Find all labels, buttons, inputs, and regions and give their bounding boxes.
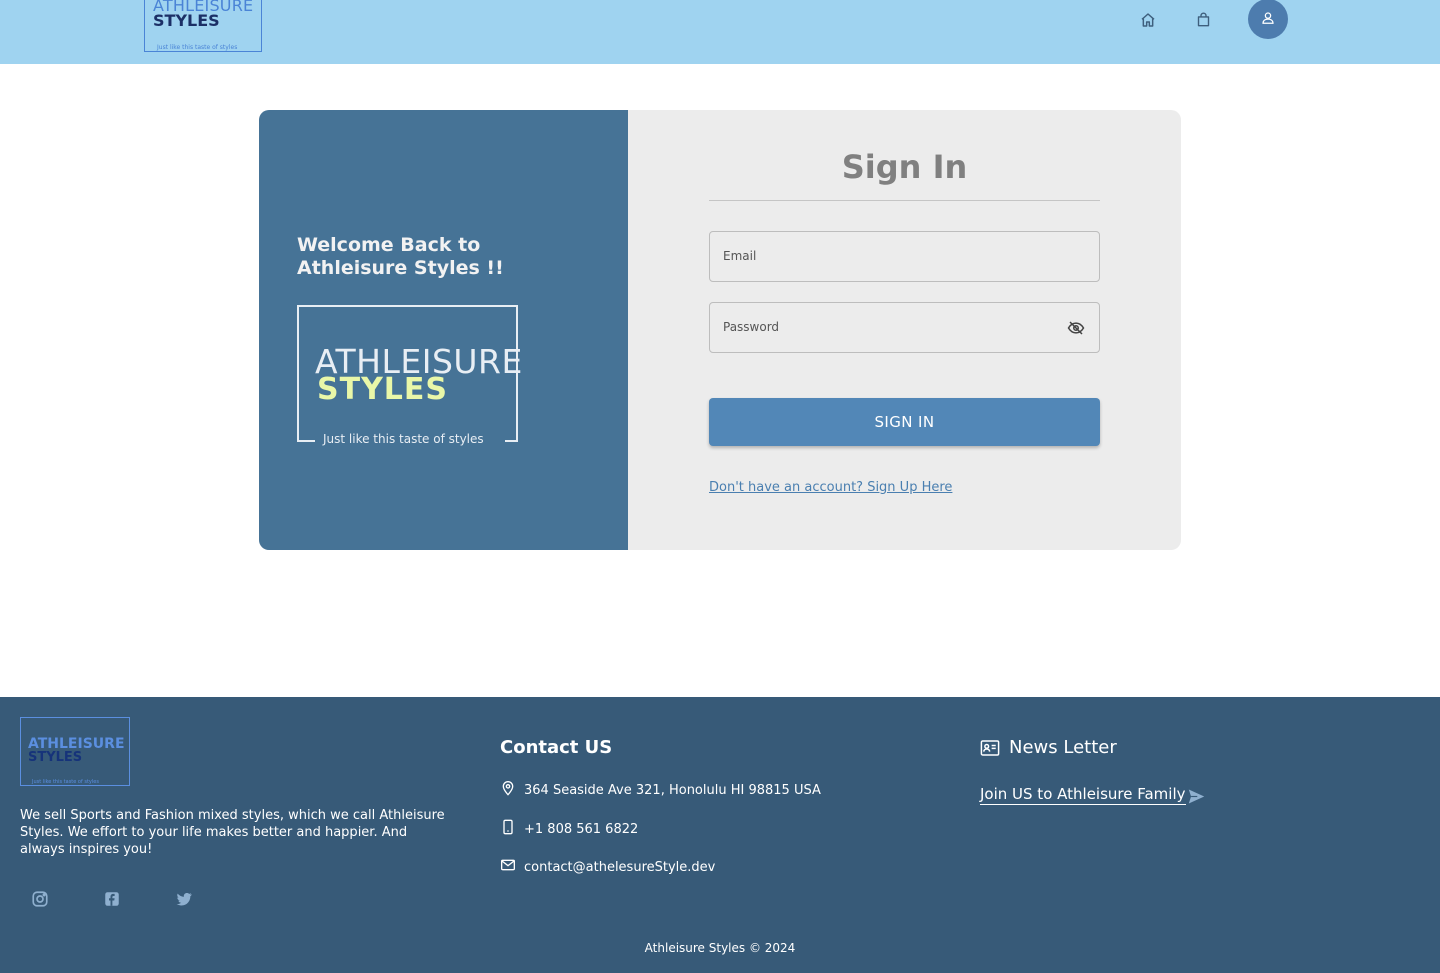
title-divider (709, 200, 1100, 201)
welcome-panel: Welcome Back to Athleisure Styles !! ATH… (259, 110, 628, 550)
email-input[interactable] (710, 232, 1099, 281)
password-field[interactable]: Password (709, 302, 1100, 353)
send-icon[interactable] (1187, 788, 1206, 805)
address-text: 364 Seaside Ave 321, Honolulu HI 98815 U… (524, 782, 821, 798)
email-text[interactable]: contact@athelesureStyle.dev (524, 860, 715, 875)
user-icon (1261, 10, 1275, 29)
twitter-icon[interactable] (175, 890, 193, 908)
page-title: Sign In (841, 148, 968, 186)
panel-logo-tagline: Just like this taste of styles (323, 432, 484, 446)
signup-link[interactable]: Don't have an account? Sign Up Here (709, 480, 952, 495)
newsletter-join-link[interactable]: Join US to Athleisure Family (980, 785, 1186, 805)
signin-card: Welcome Back to Athleisure Styles !! ATH… (259, 110, 1181, 550)
footer-logo-tagline: Just like this taste of styles (32, 779, 99, 785)
phone-icon (500, 819, 516, 839)
panel-logo: ATHLEISURE STYLES Just like this taste o… (297, 305, 522, 446)
newsletter-heading-row: News Letter (980, 737, 1117, 758)
facebook-icon[interactable] (103, 890, 121, 908)
password-input[interactable] (710, 303, 1099, 352)
signin-button[interactable]: SIGN IN (709, 398, 1100, 446)
header-logo-tagline: Just like this taste of styles (157, 44, 238, 51)
welcome-heading: Welcome Back to Athleisure Styles !! (297, 234, 504, 279)
shopping-bag-icon[interactable] (1193, 10, 1213, 30)
panel-logo-line2: STYLES (317, 372, 449, 407)
about-text: We sell Sports and Fashion mixed styles,… (20, 808, 445, 857)
footer-logo-line1: ATHLEISURE (28, 736, 125, 752)
footer-logo[interactable]: ATHLEISURE STYLES Just like this taste o… (20, 717, 130, 786)
header-logo-line2: STYLES (153, 11, 220, 30)
account-button[interactable] (1248, 0, 1288, 39)
footer: ATHLEISURE STYLES Just like this taste o… (0, 697, 1440, 973)
location-pin-icon (500, 780, 516, 800)
contact-email: contact@athelesureStyle.dev (500, 857, 715, 877)
contact-heading: Contact US (500, 737, 613, 758)
instagram-icon[interactable] (31, 890, 49, 908)
mail-icon (500, 857, 516, 877)
phone-text: +1 808 561 6822 (524, 821, 639, 837)
contact-card-icon (980, 739, 1000, 757)
header-logo[interactable]: ATHLEISURE STYLES Just like this taste o… (144, 0, 262, 52)
footer-logo-line2: STYLES (28, 750, 83, 765)
newsletter-heading: News Letter (1009, 737, 1117, 758)
home-icon[interactable] (1138, 10, 1158, 30)
copyright-text: Athleisure Styles © 2024 (644, 941, 796, 955)
top-navbar: ATHLEISURE STYLES Just like this taste o… (0, 0, 1440, 64)
contact-address: 364 Seaside Ave 321, Honolulu HI 98815 U… (500, 780, 821, 800)
email-field[interactable]: Email (709, 231, 1100, 282)
contact-phone: +1 808 561 6822 (500, 819, 638, 839)
visibility-off-icon[interactable] (1067, 319, 1085, 337)
